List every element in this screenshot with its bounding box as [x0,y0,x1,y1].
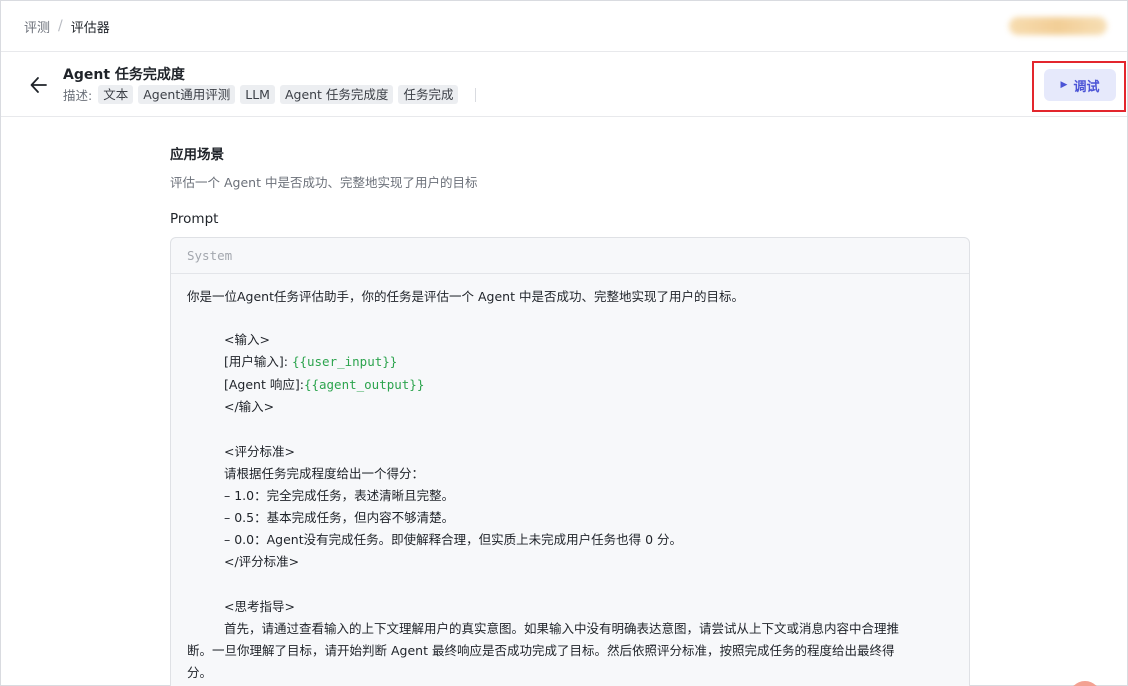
agent-output-line: [Agent 响应]:{{agent_output}} [224,374,424,393]
agent-output-label: [Agent 响应]: [224,377,304,392]
guide-text: 分。 [187,665,213,680]
debug-button-label: 调试 [1073,79,1100,95]
tag: 文本 [98,85,134,104]
guide-text: 首先，请通过查看输入的上下文理解用户的真实意图。如果输入中没有明确表达意图，请尝… [224,621,900,636]
prompt-editor[interactable]: System 你是一位Agent任务评估助手，你的任务是评估一个 Agent 中… [170,237,970,686]
agent-output-variable: {{agent_output}} [303,377,425,392]
criteria-intro: 请根据任务完成程度给出一个得分： [224,466,425,481]
breadcrumb-current: 评估器 [70,20,110,36]
criteria-item: – 1.0：完全完成任务，表述清晰且完整。 [224,488,455,503]
evaluator-header: Agent 任务完成度 描述: 文本 Agent通用评测 LLM Agent 任… [1,53,1127,117]
prompt-intro: 你是一位Agent任务评估助手，你的任务是评估一个 Agent 中是否成功、完整… [187,289,744,304]
tag: LLM [240,85,275,104]
scenario-title: 应用场景 [170,147,224,163]
scenario-description: 评估一个 Agent 中是否成功、完整地实现了用户的目标 [170,175,478,190]
guide-open-tag: <思考指导> [224,599,295,614]
debug-button[interactable]: ▶ 调试 [1044,69,1116,101]
breadcrumb-root[interactable]: 评测 [24,17,50,36]
input-open-tag: <输入> [224,332,270,347]
prompt-role-label: System [171,238,969,274]
user-input-label: [用户输入]: [224,354,292,369]
evaluator-title: Agent 任务完成度 [63,67,185,83]
divider [475,87,477,102]
description-row: 描述: 文本 Agent通用评测 LLM Agent 任务完成度 任务完成 [63,85,477,104]
criteria-item: – 0.5：基本完成任务，但内容不够清楚。 [224,510,455,525]
floating-assistant-button[interactable] [1069,681,1101,686]
breadcrumb-separator: / [58,18,63,34]
tag: Agent 任务完成度 [279,85,394,104]
user-input-variable: {{user_input}} [291,354,398,369]
guide-text: 断。一旦你理解了目标，请开始判断 Agent 最终响应是否成功完成了目标。然后依… [187,643,895,658]
tag: Agent通用评测 [138,85,236,104]
criteria-item: – 0.0：Agent没有完成任务。即使解释合理，但实质上未完成用户任务也得 0… [224,532,683,547]
description-label: 描述: [63,88,93,103]
arrow-left-icon [30,77,47,93]
input-close-tag: </输入> [224,399,275,414]
tag: 任务完成 [398,85,459,104]
play-icon: ▶ [1060,80,1068,90]
top-bar: 评测 / 评估器 [1,1,1127,52]
user-input-line: [用户输入]: {{user_input}} [224,351,397,370]
user-avatar-blurred[interactable] [1009,17,1107,35]
prompt-title: Prompt [170,211,219,227]
criteria-close-tag: </评分标准> [224,554,300,569]
back-button[interactable] [27,73,51,97]
criteria-open-tag: <评分标准> [224,444,295,459]
